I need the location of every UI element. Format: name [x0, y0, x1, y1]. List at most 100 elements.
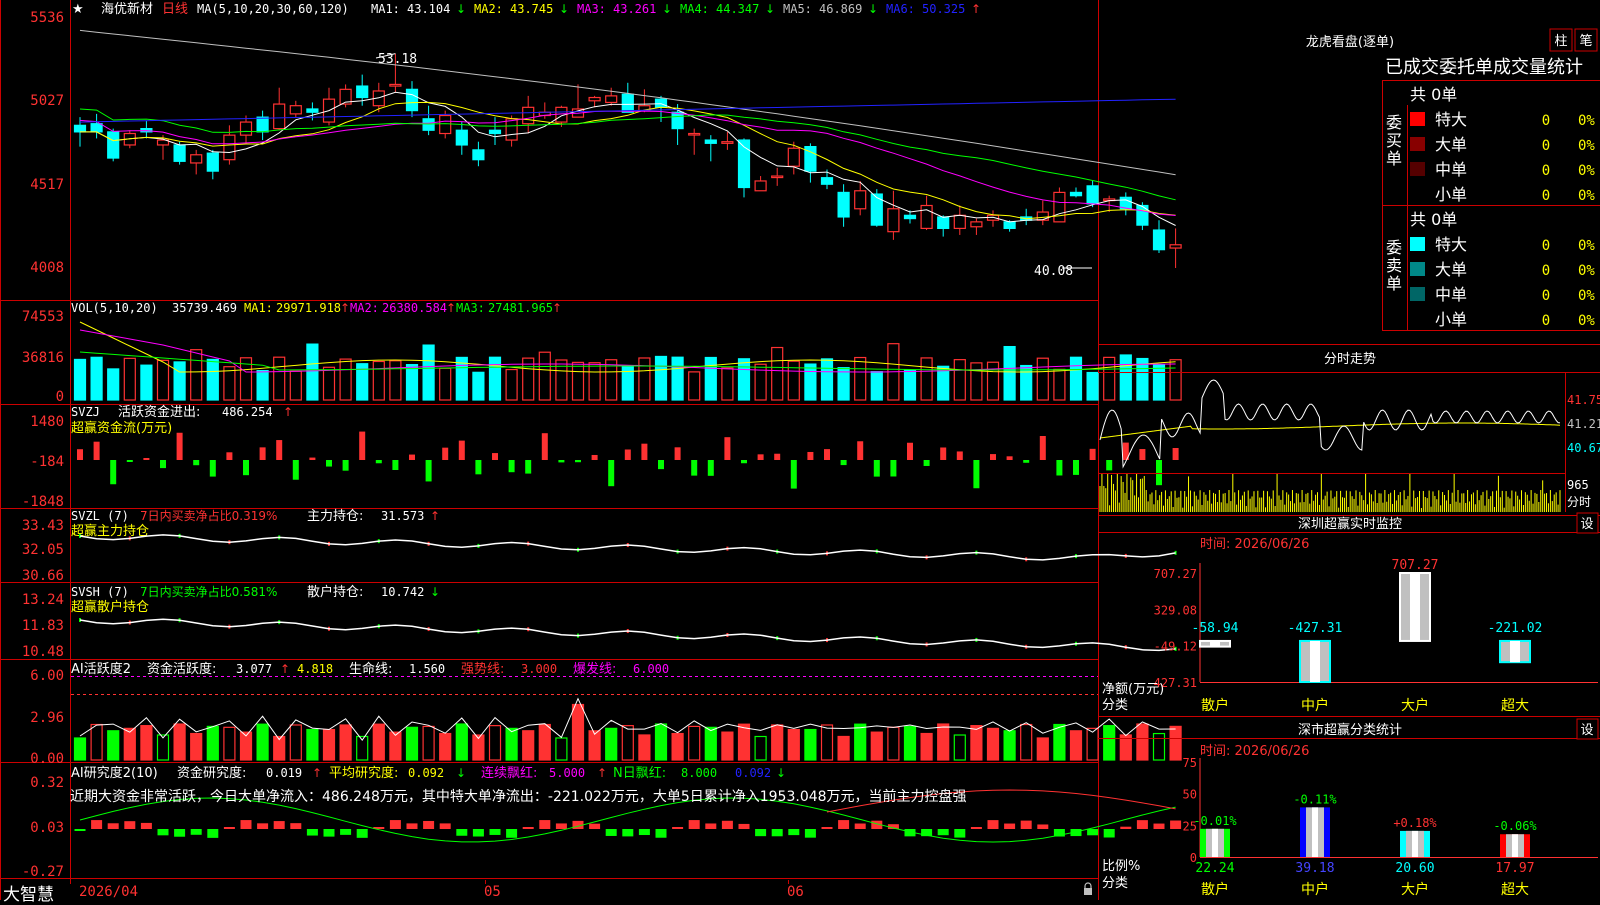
- order-row-name: 小单: [1435, 310, 1467, 329]
- net-category: 散户: [1201, 697, 1229, 714]
- volume-bar: [90, 356, 103, 401]
- flow-bar: [1139, 449, 1146, 460]
- volume-bar: [190, 349, 203, 401]
- candle-body: [405, 88, 419, 112]
- candle[interactable]: [704, 135, 717, 162]
- research-bar: [622, 829, 634, 837]
- candle[interactable]: [887, 190, 900, 240]
- ma-legend-value: 50.325: [922, 2, 965, 16]
- flow-bar: [757, 454, 764, 460]
- ratio-bar-highlight: [1212, 828, 1218, 857]
- candle[interactable]: [256, 110, 269, 141]
- research-bar: [223, 827, 235, 829]
- candle[interactable]: [1036, 200, 1049, 226]
- candle[interactable]: [322, 87, 336, 126]
- flow-bar: [1089, 448, 1096, 460]
- order-color-swatch: [1410, 287, 1425, 301]
- candle[interactable]: [522, 95, 535, 134]
- candle[interactable]: [90, 113, 103, 139]
- brush-mode-label[interactable]: 笔: [1579, 33, 1592, 49]
- price-tick: 5027: [30, 93, 64, 109]
- settings-label[interactable]: 设: [1580, 517, 1593, 532]
- activity-bar: [1136, 723, 1149, 761]
- candle[interactable]: [754, 176, 767, 192]
- candle[interactable]: [804, 143, 817, 183]
- main-stock-chart[interactable]: ★ 海优新材 日线 MA(5,10,20,30,60,120) MA1: 43.1…: [0, 0, 1600, 900]
- candle[interactable]: [206, 149, 219, 180]
- ma-legend-label: MA4:: [680, 2, 709, 16]
- candle-body: [771, 175, 784, 179]
- candle[interactable]: [472, 141, 485, 167]
- candle[interactable]: [190, 149, 203, 175]
- star-icon[interactable]: ★: [72, 2, 84, 17]
- sz-class-tick: 75: [1183, 756, 1197, 770]
- brush-mode-button[interactable]: 笔: [1574, 28, 1598, 52]
- candle-body: [239, 121, 253, 136]
- volume-bar: [1103, 356, 1116, 401]
- candle[interactable]: [621, 82, 634, 113]
- candle[interactable]: [405, 81, 419, 118]
- research-bar: [937, 829, 949, 836]
- candle[interactable]: [937, 215, 950, 237]
- sz-monitor-ylabel: 净额(万元): [1102, 682, 1164, 697]
- candle[interactable]: [1053, 187, 1066, 223]
- order-row-name: 特大: [1435, 110, 1467, 129]
- settings-label[interactable]: 设: [1580, 723, 1593, 738]
- candle[interactable]: [588, 95, 601, 108]
- candle-body: [605, 95, 618, 104]
- candle[interactable]: [1152, 220, 1166, 253]
- candle[interactable]: [273, 87, 286, 131]
- sz-class-settings-button[interactable]: 设: [1576, 718, 1599, 740]
- candle[interactable]: [837, 184, 850, 227]
- flow-bar: [1039, 436, 1046, 460]
- activity-bar: [439, 732, 452, 761]
- candle[interactable]: [455, 122, 468, 155]
- flow-bar: [624, 449, 631, 460]
- candle[interactable]: [1119, 192, 1132, 216]
- bar-mode-button[interactable]: 柱: [1549, 28, 1573, 52]
- candle[interactable]: [970, 218, 983, 235]
- candlestick-series[interactable]: [73, 53, 1182, 269]
- vol-ma-label: MA1:: [244, 301, 273, 315]
- candle[interactable]: [1169, 228, 1182, 268]
- candle[interactable]: [638, 89, 651, 113]
- bar-mode-label[interactable]: 柱: [1554, 34, 1567, 49]
- candle[interactable]: [1069, 187, 1083, 198]
- flow-bar: [956, 451, 963, 460]
- intraday-chart[interactable]: [1099, 379, 1561, 512]
- candle[interactable]: [870, 189, 883, 227]
- candle[interactable]: [688, 128, 701, 155]
- period-label[interactable]: 日线: [162, 2, 188, 17]
- candle-body: [90, 123, 103, 133]
- candle[interactable]: [488, 117, 502, 145]
- candle[interactable]: [107, 128, 120, 162]
- activity-bar: [953, 734, 966, 761]
- research-bar: [1136, 820, 1148, 829]
- svsh-value: 10.742: [381, 585, 424, 599]
- flow-bar: [824, 449, 830, 460]
- research-bar: [672, 827, 684, 829]
- candle[interactable]: [289, 100, 302, 118]
- order-color-swatch: [1410, 262, 1425, 276]
- candle[interactable]: [953, 205, 966, 235]
- candle[interactable]: [771, 167, 784, 186]
- candle[interactable]: [920, 195, 933, 231]
- activity-bar: [538, 723, 551, 761]
- activity-bar: [903, 725, 917, 761]
- activity-bar: [256, 723, 269, 761]
- activity-bar: [1020, 723, 1033, 761]
- activity-bar: [688, 725, 701, 761]
- research-bar: [1087, 829, 1099, 836]
- candle[interactable]: [239, 115, 253, 144]
- activity-bar: [73, 737, 87, 761]
- candle[interactable]: [140, 120, 153, 139]
- research-bar: [273, 821, 285, 829]
- sz-class-time: 时间: 2026/06/26: [1200, 744, 1309, 759]
- candle-body: [621, 93, 634, 113]
- lock-icon[interactable]: [1084, 882, 1092, 895]
- candle[interactable]: [1020, 208, 1033, 226]
- sz-monitor-settings-button[interactable]: 设: [1576, 512, 1599, 534]
- candle[interactable]: [1103, 195, 1116, 213]
- candle[interactable]: [422, 105, 435, 136]
- ma-legend-label: MA1:: [371, 2, 400, 16]
